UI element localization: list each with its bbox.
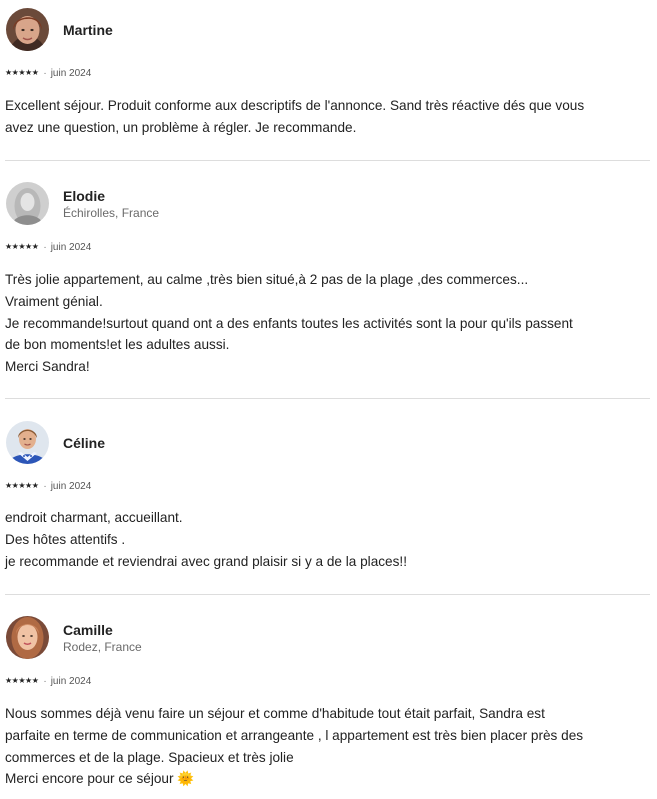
review-text-line: de bon moments!et les adultes aussi.	[5, 337, 230, 353]
divider	[5, 160, 650, 161]
review-text-line: Des hôtes attentifs .	[5, 531, 126, 547]
meta-separator: ·	[43, 241, 47, 253]
star-rating-icon: ★★★★★	[5, 68, 39, 77]
review-text-line: avez une question, un problème à régler.…	[5, 119, 357, 135]
review-date: juin 2024	[50, 241, 92, 253]
avatar-photo-icon	[6, 616, 49, 659]
avatar[interactable]	[6, 8, 49, 51]
review-text-line: commerces et de la plage. Spacieux et tr…	[5, 749, 294, 765]
reviewer-header: Céline	[5, 421, 405, 465]
review-text-line: Très jolie appartement, au calme ,très b…	[5, 272, 529, 287]
meta-separator: ·	[43, 67, 47, 79]
reviewer-header: Camille Rodez, France	[5, 616, 405, 660]
meta-separator: ·	[43, 480, 47, 492]
review-meta: ★★★★★ · juin 2024	[5, 480, 91, 492]
review-text: Très jolie appartement, au calme ,très b…	[5, 269, 650, 378]
avatar-photo-icon	[6, 421, 49, 464]
star-rating-icon: ★★★★★	[5, 242, 39, 251]
reviewer-location: Échirolles, France	[63, 206, 160, 220]
review-text-line: Je recommande!surtout quand ont a des en…	[5, 315, 573, 331]
review-text-line: Vraiment génial.	[5, 293, 103, 309]
reviewer-name: Elodie	[63, 188, 106, 204]
avatar-photo-icon	[6, 8, 49, 51]
review-text: Nous sommes déjà venu faire un séjour et…	[5, 703, 650, 790]
review-text-line: je recommande et reviendrai avec grand p…	[5, 553, 407, 569]
reviewer-header: Martine	[5, 8, 405, 52]
avatar[interactable]	[6, 182, 49, 225]
reviewer-header: Elodie Échirolles, France	[5, 182, 405, 226]
review-text: endroit charmant, accueillant. Des hôtes…	[5, 507, 650, 572]
review-text-line: Nous sommes déjà venu faire un séjour et…	[5, 706, 545, 721]
reviewer-location: Rodez, France	[63, 640, 142, 654]
avatar[interactable]	[6, 421, 49, 464]
reviewer-name: Céline	[63, 435, 106, 451]
review-meta: ★★★★★ · juin 2024	[5, 67, 91, 79]
review-text-line: parfaite en terme de communication et ar…	[5, 727, 584, 743]
avatar[interactable]	[6, 616, 49, 659]
reviewer-name: Martine	[63, 22, 113, 38]
meta-separator: ·	[43, 675, 47, 687]
review-text-line: Merci Sandra!	[5, 359, 90, 375]
review-text-line: endroit charmant, accueillant.	[5, 510, 183, 525]
review-text-line: Merci encore pour ce séjour 🌞	[5, 771, 195, 787]
review-date: juin 2024	[50, 675, 92, 687]
review-text-line: Excellent séjour. Produit conforme aux d…	[5, 98, 585, 113]
review-date: juin 2024	[50, 67, 92, 79]
review-meta: ★★★★★ · juin 2024	[5, 241, 91, 253]
divider	[5, 398, 650, 399]
divider	[5, 594, 650, 595]
review-meta: ★★★★★ · juin 2024	[5, 675, 91, 687]
star-rating-icon: ★★★★★	[5, 676, 39, 685]
avatar-photo-icon	[6, 182, 49, 225]
reviewer-name: Camille	[63, 622, 113, 638]
star-rating-icon: ★★★★★	[5, 481, 39, 490]
review-date: juin 2024	[50, 480, 92, 492]
review-text: Excellent séjour. Produit conforme aux d…	[5, 95, 650, 139]
